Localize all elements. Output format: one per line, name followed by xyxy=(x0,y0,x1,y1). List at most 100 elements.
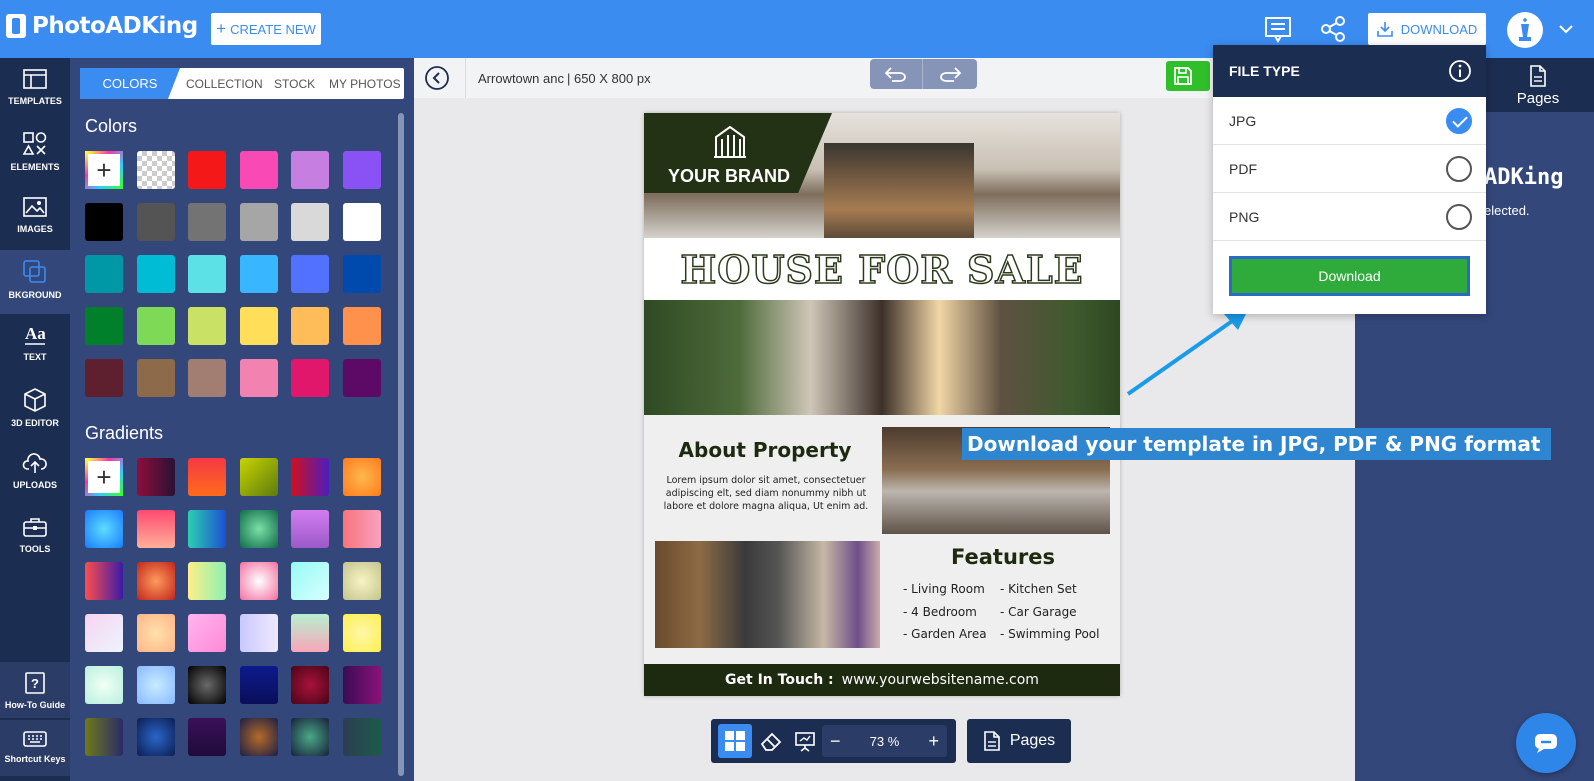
color-swatch[interactable] xyxy=(239,151,278,189)
color-swatch[interactable] xyxy=(291,359,329,397)
radio-unchecked-icon[interactable] xyxy=(1446,204,1472,230)
gradient-swatch[interactable] xyxy=(342,666,381,704)
undo-button[interactable] xyxy=(870,59,923,89)
file-name[interactable]: Arrowtown anc | 650 X 800 px xyxy=(465,58,651,98)
gradient-swatch[interactable] xyxy=(136,510,175,548)
file-type-option-jpg[interactable]: JPG xyxy=(1213,97,1486,145)
color-swatch[interactable] xyxy=(342,151,381,189)
gradient-swatch[interactable] xyxy=(85,562,123,600)
zoom-in-button[interactable]: + xyxy=(928,731,939,752)
color-swatch[interactable] xyxy=(342,203,381,241)
color-swatch[interactable] xyxy=(136,359,175,397)
gradient-swatch[interactable] xyxy=(136,458,175,496)
chevron-down-icon[interactable] xyxy=(1557,20,1575,38)
color-swatch[interactable] xyxy=(136,255,175,293)
features-title[interactable]: Features xyxy=(898,545,1108,569)
user-avatar[interactable] xyxy=(1507,12,1543,48)
gradient-swatch[interactable] xyxy=(291,614,329,652)
gradient-swatch[interactable] xyxy=(239,458,278,496)
nav-templates[interactable]: TEMPLATES xyxy=(0,58,70,122)
poster-footer[interactable]: Get In Touch : www.yourwebsitename.com xyxy=(644,664,1120,696)
gradient-swatch[interactable] xyxy=(188,718,226,756)
feedback-icon[interactable] xyxy=(1263,14,1293,44)
file-type-option-pdf[interactable]: PDF xyxy=(1213,145,1486,193)
about-title[interactable]: About Property xyxy=(644,438,886,462)
color-swatch[interactable] xyxy=(239,307,278,345)
color-swatch[interactable] xyxy=(342,359,381,397)
house-front-photo[interactable] xyxy=(644,300,1120,415)
eraser-button[interactable] xyxy=(754,724,788,758)
panel-scrollbar[interactable] xyxy=(398,113,404,776)
gradient-swatch[interactable] xyxy=(239,718,278,756)
zoom-value[interactable]: 73 % xyxy=(870,734,900,749)
chat-button[interactable] xyxy=(1516,713,1576,773)
color-swatch[interactable] xyxy=(291,151,329,189)
redo-button[interactable] xyxy=(923,59,976,89)
radio-checked-icon[interactable] xyxy=(1446,108,1472,134)
transparent-swatch[interactable] xyxy=(136,151,175,189)
create-new-button[interactable]: + CREATE NEW xyxy=(211,13,321,45)
color-swatch[interactable] xyxy=(239,203,278,241)
nav-how-to-guide[interactable]: ? How-To Guide xyxy=(0,662,70,718)
download-button[interactable]: DOWNLOAD xyxy=(1368,13,1486,45)
info-icon[interactable] xyxy=(1448,59,1472,83)
gradient-swatch[interactable] xyxy=(85,614,123,652)
color-swatch[interactable] xyxy=(291,203,329,241)
gradient-swatch[interactable] xyxy=(291,666,329,704)
tab-stock[interactable]: STOCK xyxy=(274,68,315,99)
features-list-right[interactable]: - Kitchen Set - Car Garage - Swimming Po… xyxy=(1000,578,1100,646)
gradient-swatch[interactable] xyxy=(342,562,381,600)
pages-button[interactable]: Pages xyxy=(967,719,1071,763)
tab-pages[interactable]: Pages xyxy=(1503,64,1573,107)
dropdown-download-button[interactable]: Download xyxy=(1229,256,1470,296)
design-canvas[interactable]: YOUR BRAND HOUSE FOR SALE About Property… xyxy=(644,113,1120,696)
gradient-swatch[interactable] xyxy=(291,510,329,548)
nav-text[interactable]: Aa TEXT xyxy=(0,314,70,378)
nav-tools[interactable]: TOOLS xyxy=(0,506,70,570)
save-button[interactable] xyxy=(1166,61,1210,91)
gradient-swatch[interactable] xyxy=(188,614,226,652)
color-swatch[interactable] xyxy=(188,307,226,345)
radio-unchecked-icon[interactable] xyxy=(1446,156,1472,182)
color-swatch[interactable] xyxy=(85,307,123,345)
about-body[interactable]: Lorem ipsum dolor sit amet, consectetuer… xyxy=(658,474,874,513)
gradient-swatch[interactable] xyxy=(136,614,175,652)
tab-colors[interactable]: COLORS xyxy=(80,68,180,99)
color-swatch[interactable] xyxy=(239,255,278,293)
gradient-swatch[interactable] xyxy=(291,458,329,496)
gradient-swatch[interactable] xyxy=(188,562,226,600)
tab-collection[interactable]: COLLECTION xyxy=(186,68,263,99)
file-type-option-png[interactable]: PNG xyxy=(1213,193,1486,241)
gradient-swatch[interactable] xyxy=(239,510,278,548)
share-icon[interactable] xyxy=(1318,14,1348,44)
nav-3d-editor[interactable]: 3D EDITOR xyxy=(0,378,70,442)
color-swatch[interactable] xyxy=(85,255,123,293)
app-logo[interactable]: PhotoADKing xyxy=(6,13,198,39)
gradient-swatch[interactable] xyxy=(85,718,123,756)
nav-shortcut-keys[interactable]: Shortcut Keys xyxy=(0,720,70,776)
gradient-swatch[interactable] xyxy=(85,666,123,704)
color-swatch[interactable] xyxy=(136,203,175,241)
gradient-swatch[interactable] xyxy=(291,718,329,756)
color-swatch[interactable] xyxy=(291,307,329,345)
color-swatch[interactable] xyxy=(188,359,226,397)
nav-background[interactable]: BKGROUND xyxy=(0,250,70,314)
color-swatch[interactable] xyxy=(342,307,381,345)
gradient-swatch[interactable] xyxy=(136,718,175,756)
color-swatch[interactable] xyxy=(85,203,123,241)
color-swatch[interactable] xyxy=(342,255,381,293)
add-color-swatch[interactable]: + xyxy=(85,151,123,189)
gradient-swatch[interactable] xyxy=(239,562,278,600)
gradient-swatch[interactable] xyxy=(342,458,381,496)
color-swatch[interactable] xyxy=(188,255,226,293)
color-swatch[interactable] xyxy=(136,307,175,345)
color-swatch[interactable] xyxy=(188,203,226,241)
color-swatch[interactable] xyxy=(85,359,123,397)
nav-elements[interactable]: ELEMENTS xyxy=(0,122,70,186)
grid-view-button[interactable] xyxy=(718,724,752,758)
gradient-swatch[interactable] xyxy=(136,666,175,704)
poster-headline[interactable]: HOUSE FOR SALE xyxy=(644,238,1120,300)
nav-images[interactable]: IMAGES xyxy=(0,186,70,250)
tab-my-photos[interactable]: MY PHOTOS xyxy=(329,68,401,99)
gradient-swatch[interactable] xyxy=(239,666,278,704)
